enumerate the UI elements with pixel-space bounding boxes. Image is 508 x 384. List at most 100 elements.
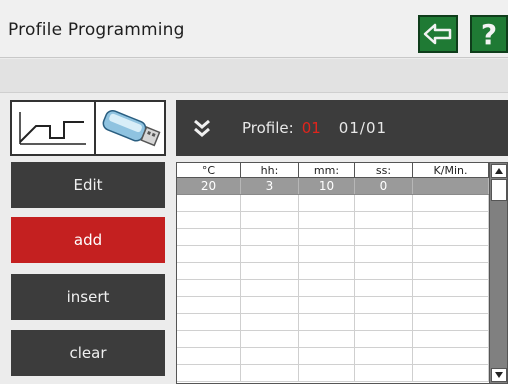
cell-hours[interactable] [241, 348, 299, 364]
usb-mode-button[interactable] [96, 102, 164, 154]
cell-hours[interactable] [241, 195, 299, 211]
table-row[interactable] [177, 212, 489, 229]
cell-rate[interactable] [413, 365, 489, 381]
cell-hours[interactable] [241, 280, 299, 296]
cell-minutes[interactable] [299, 365, 355, 381]
cell-seconds[interactable] [355, 280, 413, 296]
cell-seconds[interactable] [355, 195, 413, 211]
table-header: °C hh: mm: ss: K/Min. [177, 163, 489, 178]
profile-steps-table: °C hh: mm: ss: K/Min. 20 3 10 0 [176, 162, 508, 384]
table-row[interactable] [177, 280, 489, 297]
cell-seconds[interactable]: 0 [355, 178, 413, 194]
table-row[interactable] [177, 263, 489, 280]
page-indicator: 01/01 [338, 119, 388, 137]
cell-minutes[interactable] [299, 331, 355, 347]
cell-hours[interactable]: 3 [241, 178, 299, 194]
usb-stick-icon [102, 109, 161, 147]
cell-rate[interactable] [413, 195, 489, 211]
cell-seconds[interactable] [355, 212, 413, 228]
table-row[interactable] [177, 314, 489, 331]
cell-temperature[interactable] [177, 195, 241, 211]
cell-rate[interactable] [413, 314, 489, 330]
cell-minutes[interactable] [299, 229, 355, 245]
column-header-rate: K/Min. [413, 163, 489, 177]
back-arrow-icon [423, 23, 452, 45]
cell-hours[interactable] [241, 365, 299, 381]
cell-temperature[interactable] [177, 246, 241, 262]
cell-seconds[interactable] [355, 229, 413, 245]
column-header-hours: hh: [241, 163, 299, 177]
table-row[interactable] [177, 348, 489, 365]
cell-temperature[interactable] [177, 229, 241, 245]
table-row[interactable] [177, 331, 489, 348]
cell-hours[interactable] [241, 297, 299, 313]
cell-temperature[interactable] [177, 280, 241, 296]
sub-toolbar [0, 59, 508, 93]
cell-temperature[interactable] [177, 348, 241, 364]
cell-temperature[interactable] [177, 331, 241, 347]
help-button[interactable]: ? [470, 15, 508, 53]
cell-minutes[interactable] [299, 195, 355, 211]
cell-temperature[interactable] [177, 365, 241, 381]
table-row[interactable] [177, 229, 489, 246]
cell-temperature[interactable]: 20 [177, 178, 241, 194]
cell-seconds[interactable] [355, 246, 413, 262]
cell-minutes[interactable]: 10 [299, 178, 355, 194]
page-title: Profile Programming [8, 20, 185, 40]
clear-button[interactable]: clear [11, 330, 165, 376]
profile-mode-button[interactable] [12, 102, 96, 154]
cell-seconds[interactable] [355, 365, 413, 381]
column-header-temperature: °C [177, 163, 241, 177]
cell-minutes[interactable] [299, 263, 355, 279]
table-scrollbar[interactable] [489, 163, 507, 383]
title-bar: Profile Programming ? [0, 0, 508, 58]
cell-hours[interactable] [241, 229, 299, 245]
insert-button[interactable]: insert [11, 274, 165, 320]
cell-minutes[interactable] [299, 246, 355, 262]
cell-rate[interactable] [413, 246, 489, 262]
cell-seconds[interactable] [355, 263, 413, 279]
cell-rate[interactable] [413, 297, 489, 313]
cell-rate[interactable] [413, 348, 489, 364]
cell-minutes[interactable] [299, 280, 355, 296]
table-row[interactable] [177, 297, 489, 314]
cell-minutes[interactable] [299, 348, 355, 364]
column-header-minutes: mm: [299, 163, 355, 177]
cell-seconds[interactable] [355, 314, 413, 330]
scroll-thumb[interactable] [491, 179, 507, 201]
cell-hours[interactable] [241, 263, 299, 279]
cell-temperature[interactable] [177, 212, 241, 228]
cell-hours[interactable] [241, 331, 299, 347]
cell-rate[interactable] [413, 263, 489, 279]
cell-seconds[interactable] [355, 297, 413, 313]
cell-hours[interactable] [241, 314, 299, 330]
cell-minutes[interactable] [299, 212, 355, 228]
cell-rate[interactable] [413, 331, 489, 347]
cell-hours[interactable] [241, 246, 299, 262]
scroll-up-button[interactable] [491, 164, 507, 178]
double-chevron-down-icon[interactable] [192, 118, 212, 138]
cell-hours[interactable] [241, 212, 299, 228]
cell-temperature[interactable] [177, 297, 241, 313]
table-row[interactable] [177, 195, 489, 212]
column-header-seconds: ss: [355, 163, 413, 177]
profile-selector-bar: Profile: 01 01/01 [176, 100, 508, 156]
cell-minutes[interactable] [299, 314, 355, 330]
cell-temperature[interactable] [177, 314, 241, 330]
scroll-down-button[interactable] [491, 368, 507, 382]
cell-minutes[interactable] [299, 297, 355, 313]
cell-seconds[interactable] [355, 348, 413, 364]
table-row[interactable]: 20 3 10 0 [177, 178, 489, 195]
cell-rate[interactable] [413, 178, 489, 194]
add-button[interactable]: add [11, 217, 165, 263]
edit-button[interactable]: Edit [11, 162, 165, 208]
table-row[interactable] [177, 365, 489, 382]
cell-rate[interactable] [413, 229, 489, 245]
cell-rate[interactable] [413, 212, 489, 228]
cell-seconds[interactable] [355, 331, 413, 347]
back-button[interactable] [418, 15, 458, 53]
cell-temperature[interactable] [177, 263, 241, 279]
cell-rate[interactable] [413, 280, 489, 296]
table-body: 20 3 10 0 [177, 178, 489, 384]
table-row[interactable] [177, 246, 489, 263]
